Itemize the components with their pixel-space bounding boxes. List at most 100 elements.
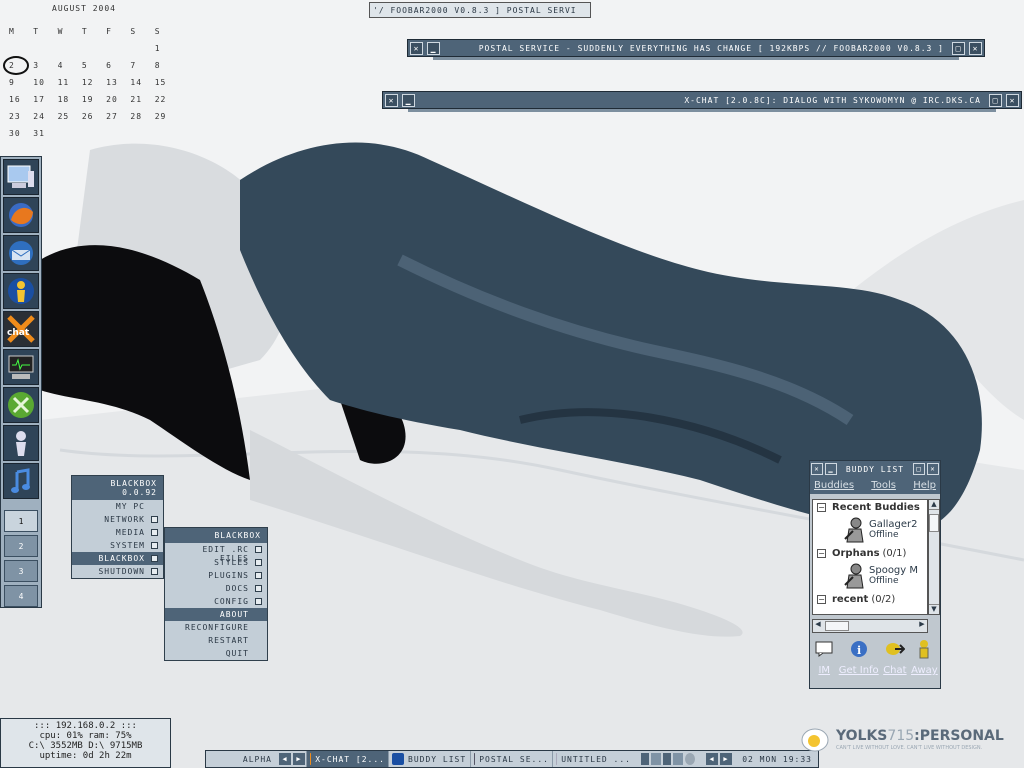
workspace-button[interactable]: 3 (4, 560, 38, 582)
foobar-tab[interactable]: '/ FOOBAR2000 V0.8.3 ] POSTAL SERVI (369, 2, 591, 18)
calendar-day[interactable]: 29 (150, 108, 174, 125)
taskbar-task[interactable]: UNTITLED ... (552, 751, 634, 767)
taskbar-task[interactable]: X-CHAT [2... (306, 751, 388, 767)
menu-buddies[interactable]: Buddies (814, 480, 854, 491)
terminal-icon[interactable] (3, 349, 39, 385)
workspace-button[interactable]: 4 (4, 585, 38, 607)
calendar-day[interactable]: 20 (101, 91, 125, 108)
chat-button[interactable]: Chat (883, 639, 907, 676)
menu-item-restart[interactable]: RESTART (165, 634, 267, 647)
menu-item-about[interactable]: ABOUT (165, 608, 267, 621)
next-workspace-icon[interactable]: ▶ (293, 753, 305, 765)
menu-item-reconfigure[interactable]: RECONFIGURE (165, 621, 267, 634)
calendar-day[interactable]: 25 (53, 108, 77, 125)
prev-task-icon[interactable]: ◀ (706, 753, 718, 765)
calendar-day[interactable]: 10 (28, 74, 52, 91)
buddy-group[interactable]: − Recent Buddies (813, 500, 927, 514)
menu-item-styles[interactable]: STYLES (165, 556, 267, 569)
music-note-icon[interactable] (3, 463, 39, 499)
scroll-up-icon[interactable]: ▲ (929, 500, 939, 510)
menu-item-edit-rc-files[interactable]: EDIT .RC FILES (165, 543, 267, 563)
close-icon[interactable]: ✕ (811, 463, 823, 475)
menu-item-config[interactable]: CONFIG (165, 595, 267, 608)
scroll-thumb[interactable] (929, 514, 939, 532)
buddy-list-titlebar[interactable]: ✕ ▁ BUDDY LIST □ ✕ (810, 461, 940, 477)
workspace-button[interactable]: 2 (4, 535, 38, 557)
tray-icon[interactable] (673, 753, 683, 765)
scroll-thumb[interactable] (825, 621, 849, 631)
calendar-day[interactable]: 30 (4, 125, 28, 142)
menu-item-quit[interactable]: QUIT (165, 647, 267, 660)
menu-item-system[interactable]: SYSTEM (72, 539, 163, 552)
collapse-icon[interactable]: − (817, 503, 826, 512)
menu-help[interactable]: Help (913, 480, 936, 491)
calendar-day[interactable]: 12 (77, 74, 101, 91)
taskbar-task[interactable]: POSTAL SE... (470, 751, 552, 767)
xchat-window-titlebar[interactable]: ✕ ▁ X-CHAT [2.0.8C]: DIALOG WITH SYKOWOM… (382, 91, 1022, 112)
calendar-day[interactable]: 22 (150, 91, 174, 108)
tray-icon[interactable] (651, 753, 661, 765)
get-info-button[interactable]: i Get Info (839, 639, 879, 676)
menu-item-docs[interactable]: DOCS (165, 582, 267, 595)
window-handle[interactable] (433, 57, 959, 60)
xbox-icon[interactable] (3, 387, 39, 423)
horizontal-scrollbar[interactable]: ◀ ▶ (812, 619, 928, 633)
calendar-day[interactable]: 18 (53, 91, 77, 108)
away-button[interactable]: Away (911, 639, 938, 676)
calendar-day[interactable]: 3 (28, 57, 52, 74)
buddy-item[interactable]: Gallager2 Offline (813, 514, 927, 546)
maximize-icon[interactable]: □ (989, 93, 1002, 107)
calendar-day[interactable]: 6 (101, 57, 125, 74)
scroll-right-icon[interactable]: ▶ (917, 620, 927, 632)
calendar-day[interactable]: 17 (28, 91, 52, 108)
my-computer-icon[interactable] (3, 159, 39, 195)
minimize-icon[interactable]: ▁ (825, 463, 837, 475)
taskbar-task[interactable]: BUDDY LIST (388, 751, 470, 767)
calendar-day[interactable]: 8 (150, 57, 174, 74)
scroll-left-icon[interactable]: ◀ (813, 620, 823, 632)
calendar-day[interactable]: 21 (125, 91, 149, 108)
buddy-tree[interactable]: − Recent Buddies Gallager2 Offline − Orphans(… (812, 499, 928, 615)
buddy-group[interactable]: − recent (0/2) (813, 592, 927, 606)
calendar-day[interactable]: 28 (125, 108, 149, 125)
calendar-day[interactable]: 26 (77, 108, 101, 125)
im-button[interactable]: IM (814, 639, 834, 676)
calendar-day[interactable]: 24 (28, 108, 52, 125)
close-icon[interactable]: ✕ (927, 463, 939, 475)
next-task-icon[interactable]: ▶ (720, 753, 732, 765)
thunderbird-icon[interactable] (3, 235, 39, 271)
menu-item-shutdown[interactable]: SHUTDOWN (72, 565, 163, 578)
tray-icon[interactable] (641, 753, 649, 765)
calendar-day[interactable]: 5 (77, 57, 101, 74)
calendar-day[interactable]: 13 (101, 74, 125, 91)
close-icon[interactable]: ✕ (410, 41, 423, 55)
menu-item-network[interactable]: NETWORK (72, 513, 163, 526)
maximize-icon[interactable]: □ (913, 463, 925, 475)
minimize-icon[interactable]: ▁ (402, 93, 415, 107)
window-handle[interactable] (408, 109, 996, 112)
foobar-window-titlebar[interactable]: ✕ ▁ POSTAL SERVICE - SUDDENLY EVERYTHING… (407, 39, 985, 60)
buddy-item[interactable]: Spoogy M Offline (813, 560, 927, 592)
prev-workspace-icon[interactable]: ◀ (279, 753, 291, 765)
calendar-day[interactable]: 27 (101, 108, 125, 125)
figure-icon[interactable] (3, 425, 39, 461)
firefox-icon[interactable] (3, 197, 39, 233)
calendar-day[interactable]: 14 (125, 74, 149, 91)
close-icon[interactable]: ✕ (969, 41, 982, 55)
calendar-day[interactable]: 15 (150, 74, 174, 91)
calendar-day[interactable]: 19 (77, 91, 101, 108)
minimize-icon[interactable]: ▁ (427, 41, 440, 55)
aim-icon[interactable] (3, 273, 39, 309)
menu-item-blackbox[interactable]: BLACKBOX (72, 552, 163, 565)
calendar-day[interactable]: 1 (150, 40, 174, 57)
workspace-button[interactable]: 1 (4, 510, 38, 532)
menu-item-my-pc[interactable]: MY PC (72, 500, 163, 513)
buddy-group[interactable]: − Orphans (0/1) (813, 546, 927, 560)
collapse-icon[interactable]: − (817, 595, 826, 604)
tray-icon[interactable] (685, 753, 695, 765)
collapse-icon[interactable]: − (817, 549, 826, 558)
calendar-day[interactable]: 2 (2, 56, 30, 75)
maximize-icon[interactable]: □ (952, 41, 965, 55)
calendar-day[interactable]: 23 (4, 108, 28, 125)
calendar-day[interactable]: 11 (53, 74, 77, 91)
